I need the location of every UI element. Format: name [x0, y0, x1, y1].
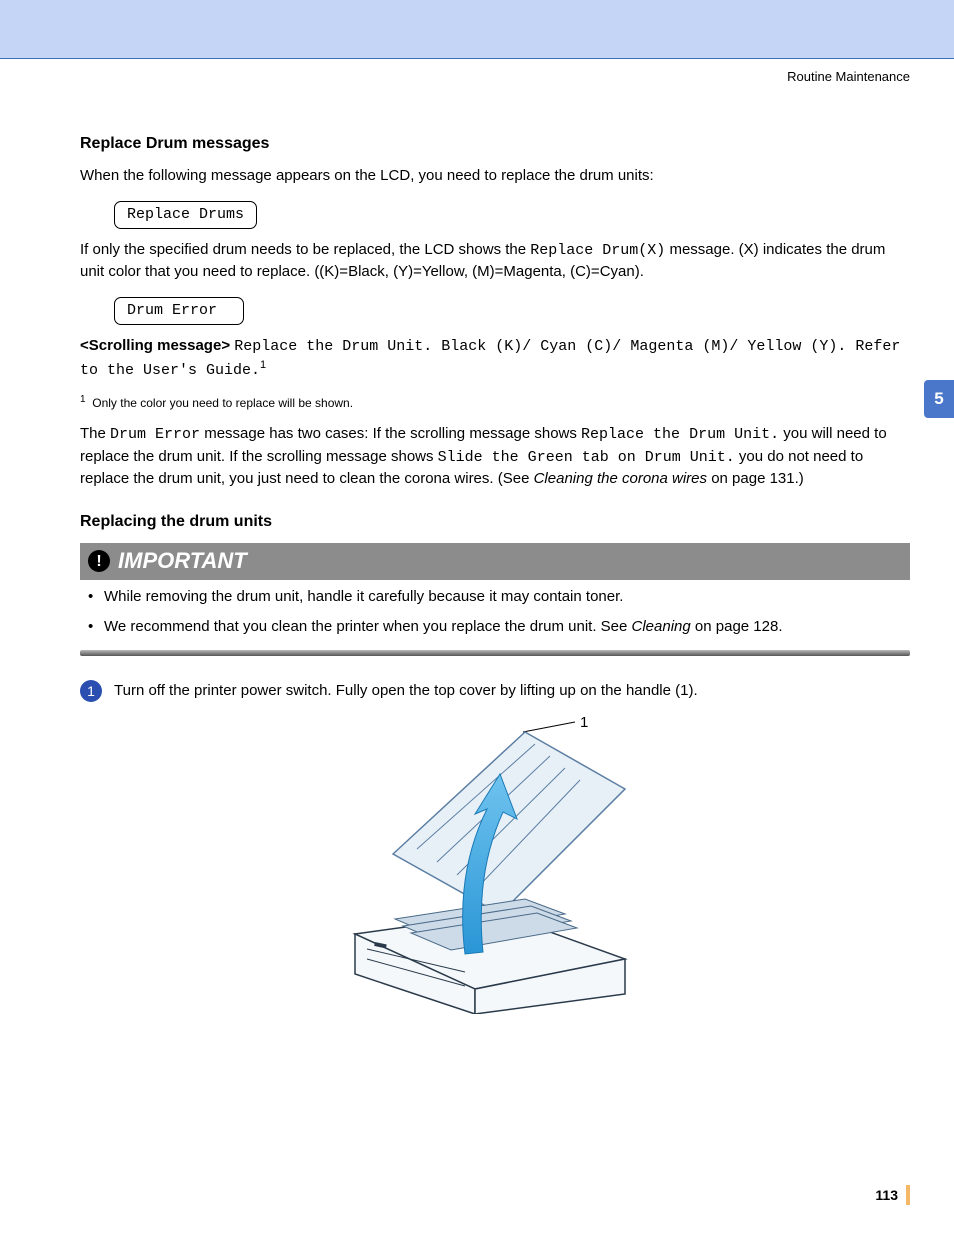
footnote: 1 Only the color you need to replace wil…: [80, 393, 910, 412]
text: We recommend that you clean the printer …: [104, 618, 632, 635]
printer-illustration: 1: [325, 714, 665, 1014]
important-label: IMPORTANT: [118, 545, 247, 577]
page-number: 113: [875, 1185, 910, 1205]
heading-replacing-drum-units: Replacing the drum units: [80, 510, 910, 533]
step-number-badge: 1: [80, 680, 102, 702]
page-content: Replace Drum messages When the following…: [0, 114, 954, 1014]
important-list: While removing the drum unit, handle it …: [80, 586, 910, 638]
text: on page 128.: [691, 618, 783, 635]
figure-callout-1: 1: [580, 714, 588, 731]
step-1-text: Turn off the printer power switch. Fully…: [114, 680, 698, 702]
link-cleaning-corona-wires[interactable]: Cleaning the corona wires: [534, 470, 707, 487]
page-number-text: 113: [875, 1187, 898, 1203]
chapter-tab: 5: [924, 380, 954, 418]
scrolling-message-paragraph: <Scrolling message> Replace the Drum Uni…: [80, 335, 910, 382]
text: on page 131.): [707, 470, 804, 487]
important-bar: ! IMPORTANT: [80, 543, 910, 580]
drum-error-explain: The Drum Error message has two cases: If…: [80, 423, 910, 490]
inline-mono-replace-drum-unit: Replace the Drum Unit.: [581, 426, 779, 443]
section-header: Routine Maintenance: [0, 69, 910, 84]
text: The: [80, 425, 110, 442]
exclamation-icon: !: [88, 550, 110, 572]
inline-mono-slide-green-tab: Slide the Green tab on Drum Unit.: [438, 449, 735, 466]
important-item-1: While removing the drum unit, handle it …: [94, 586, 910, 608]
text: If only the specified drum needs to be r…: [80, 241, 530, 258]
important-item-2: We recommend that you clean the printer …: [94, 616, 910, 638]
scrolling-message-label: <Scrolling message>: [80, 337, 230, 354]
inline-mono-replace-drum-x: Replace Drum(X): [530, 242, 665, 259]
page-number-bar: [906, 1185, 910, 1205]
step-1-row: 1 Turn off the printer power switch. Ful…: [80, 680, 910, 702]
footnote-number: 1: [80, 394, 86, 405]
inline-mono-drum-error: Drum Error: [110, 426, 200, 443]
intro-paragraph: When the following message appears on th…: [80, 165, 910, 187]
text: message has two cases: If the scrolling …: [200, 425, 581, 442]
lcd-replace-drums: Replace Drums: [114, 201, 257, 229]
footnote-text: Only the color you need to replace will …: [92, 396, 353, 410]
paragraph-specified-drum: If only the specified drum needs to be r…: [80, 239, 910, 284]
important-footer-rule: [80, 650, 910, 656]
heading-replace-drum: Replace Drum messages: [80, 132, 910, 155]
lcd-drum-error: Drum Error: [114, 297, 244, 325]
footnote-ref: 1: [260, 359, 266, 371]
top-bar: [0, 0, 954, 58]
top-rule: [0, 58, 954, 59]
link-cleaning[interactable]: Cleaning: [632, 618, 691, 635]
